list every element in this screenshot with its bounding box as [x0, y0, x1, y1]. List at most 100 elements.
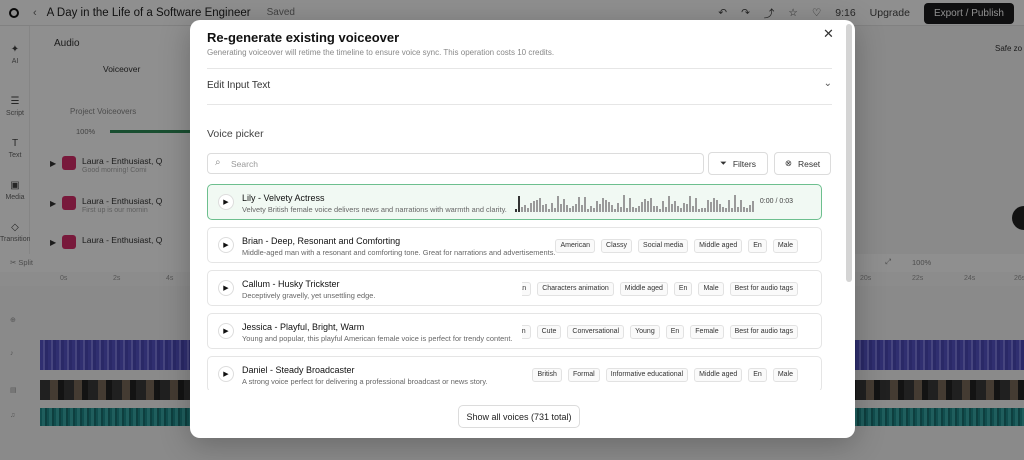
- waveform-bar: [632, 206, 634, 212]
- play-icon[interactable]: ▶: [218, 323, 234, 339]
- waveform-bar: [620, 206, 622, 212]
- waveform-bar: [536, 200, 538, 212]
- voice-description: Middle-aged man with a resonant and comf…: [242, 248, 556, 257]
- voice-name: Jessica - Playful, Bright, Warm: [242, 322, 365, 332]
- chevron-down-icon: ⌄: [823, 78, 832, 89]
- voice-tag: Best for audio tags: [729, 325, 798, 339]
- waveform-bar: [662, 200, 664, 212]
- voice-description: Young and popular, this playful American…: [242, 334, 513, 343]
- voice-search: ⌕: [207, 153, 704, 174]
- voice-name: Callum - Husky Trickster: [242, 279, 340, 289]
- waveform-bar: [707, 199, 709, 212]
- voice-card-daniel[interactable]: ▶ Daniel - Steady Broadcaster A strong v…: [207, 356, 822, 390]
- voice-tag: Female: [690, 325, 724, 339]
- play-icon[interactable]: ▶: [218, 280, 234, 296]
- waveform-bar: [596, 201, 598, 212]
- reset-button[interactable]: ⊗ Reset: [774, 152, 831, 175]
- waveform-bar: [584, 196, 586, 212]
- waveform-bar: [530, 202, 532, 212]
- waveform-bar: [695, 198, 697, 212]
- voice-card-callum[interactable]: ▶ Callum - Husky Trickster Deceptively g…: [207, 270, 822, 306]
- waveform-bar: [515, 209, 517, 212]
- waveform-bar: [629, 197, 631, 212]
- show-all-voices-button[interactable]: Show all voices (731 total): [458, 405, 580, 428]
- waveform-bar: [593, 208, 595, 212]
- voice-tag: En: [665, 325, 685, 339]
- divider: [207, 104, 832, 105]
- voice-tag: En: [748, 368, 767, 382]
- voice-tag: Male: [772, 239, 798, 253]
- voice-tag: Formal: [567, 368, 600, 382]
- waveform-bar: [608, 202, 610, 212]
- waveform-bar: [677, 206, 679, 212]
- reset-icon: ⊗: [784, 158, 792, 168]
- waveform-bar: [653, 206, 655, 212]
- play-icon[interactable]: ▶: [218, 194, 234, 210]
- voice-picker-label: Voice picker: [207, 128, 264, 140]
- waveform-bar: [566, 204, 568, 212]
- voice-name: Brian - Deep, Resonant and Comforting: [242, 236, 401, 246]
- search-input[interactable]: [231, 157, 691, 171]
- waveform-bar: [587, 208, 589, 212]
- voice-tag: Middle aged: [694, 239, 743, 253]
- voice-tag: Young: [630, 325, 660, 339]
- dialog-scrollbar[interactable]: [846, 24, 852, 282]
- waveform-bar: [728, 200, 730, 212]
- waveform-bar: [737, 207, 739, 212]
- waveform-bar: [710, 202, 712, 212]
- voice-tag: Middle aged: [619, 282, 668, 296]
- waveform-bar: [575, 204, 577, 212]
- waveform-bar: [542, 204, 544, 212]
- play-icon[interactable]: ▶: [218, 366, 234, 382]
- waveform-bar: [752, 200, 754, 212]
- waveform-bar: [578, 197, 580, 212]
- filters-button[interactable]: ⏷ Filters: [708, 152, 768, 175]
- voice-tag: Characters animation: [537, 282, 614, 296]
- waveform-bar: [569, 207, 571, 212]
- waveform-bar: [626, 208, 628, 212]
- waveform-bar: [692, 205, 694, 212]
- voice-tag: nerican: [522, 282, 532, 296]
- waveform-bar: [614, 208, 616, 212]
- waveform-bar: [743, 207, 745, 212]
- waveform-bar: [518, 196, 520, 212]
- waveform-bar: [647, 201, 649, 212]
- waveform-bar: [638, 206, 640, 212]
- waveform-bar: [650, 198, 652, 212]
- waveform-bar: [599, 203, 601, 212]
- waveform-bar: [659, 208, 661, 212]
- voice-tag: American: [522, 325, 531, 339]
- voice-tag: Conversational: [567, 325, 625, 339]
- waveform-bar: [749, 204, 751, 212]
- waveform-bar: [551, 202, 553, 212]
- voice-tag: Informative educational: [605, 368, 689, 382]
- audio-waveform[interactable]: [515, 194, 757, 212]
- voice-tag: Middle aged: [694, 368, 743, 382]
- waveform-bar: [572, 205, 574, 212]
- playback-timer: 0:00 / 0:03: [759, 198, 793, 205]
- dialog-subtitle: Generating voiceover will retime the tim…: [207, 48, 555, 57]
- filters-label: Filters: [732, 158, 756, 169]
- waveform-bar: [740, 199, 742, 212]
- waveform-bar: [704, 207, 706, 212]
- waveform-bar: [683, 203, 685, 212]
- waveform-bar: [674, 200, 676, 212]
- voice-card-brian[interactable]: ▶ Brian - Deep, Resonant and Comforting …: [207, 227, 822, 263]
- voice-tag: En: [748, 239, 767, 253]
- voice-card-lily[interactable]: ▶ Lily - Velvety Actress Velvety British…: [207, 184, 822, 220]
- voice-card-jessica[interactable]: ▶ Jessica - Playful, Bright, Warm Young …: [207, 313, 822, 349]
- waveform-bar: [719, 204, 721, 212]
- voice-description: Deceptively gravelly, yet unsettling edg…: [242, 291, 376, 300]
- waveform-bar: [713, 198, 715, 212]
- waveform-bar: [734, 195, 736, 212]
- play-icon[interactable]: ▶: [218, 237, 234, 253]
- reset-label: Reset: [797, 158, 821, 169]
- voice-description: A strong voice perfect for delivering a …: [242, 377, 488, 386]
- waveform-bar: [545, 203, 547, 212]
- waveform-bar: [716, 200, 718, 212]
- waveform-bar: [668, 195, 670, 212]
- close-icon[interactable]: ✕: [823, 26, 834, 42]
- waveform-bar: [611, 204, 613, 212]
- edit-input-text-toggle[interactable]: Edit Input Text ⌄: [207, 69, 832, 101]
- voice-name: Lily - Velvety Actress: [242, 193, 325, 203]
